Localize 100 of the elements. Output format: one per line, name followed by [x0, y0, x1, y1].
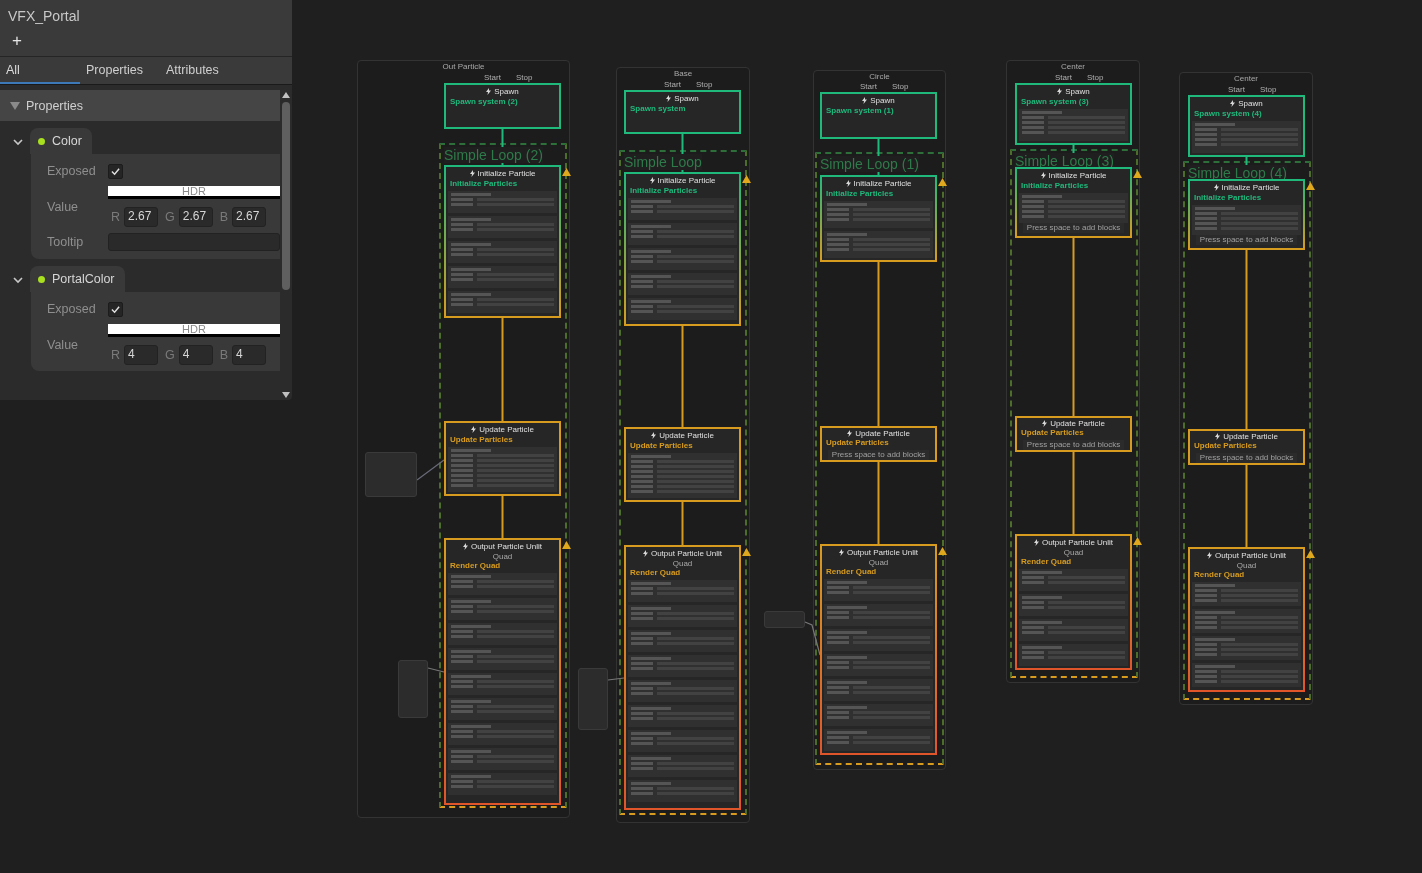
block-card[interactable] [628, 780, 737, 802]
warning-icon [938, 547, 947, 555]
property-node[interactable] [365, 452, 417, 497]
property-header[interactable]: PortalColor [30, 266, 125, 292]
block-card[interactable] [448, 191, 557, 213]
node-title: Initialize Particle [657, 175, 716, 185]
block-card[interactable] [824, 604, 933, 626]
block-card[interactable] [628, 223, 737, 245]
context-node[interactable]: Initialize Particle Initialize Particles Press space to add blocks [1188, 179, 1305, 250]
context-node[interactable]: Update Particle Update Particles [444, 421, 561, 496]
block-card[interactable] [448, 291, 557, 313]
block-card[interactable] [448, 673, 557, 695]
block-card[interactable] [824, 579, 933, 601]
context-node[interactable]: Output Particle Unlit Quad Render Quad [1188, 547, 1305, 692]
block-card[interactable] [824, 231, 933, 258]
exposed-checkbox[interactable] [108, 301, 123, 317]
context-node[interactable]: Initialize Particle Initialize Particles Press space to add blocks [1015, 167, 1132, 238]
block-card[interactable] [1019, 619, 1128, 641]
block-card[interactable] [448, 241, 557, 263]
block-card[interactable] [448, 698, 557, 720]
block-card[interactable] [1192, 663, 1301, 687]
block-card[interactable] [448, 648, 557, 670]
channel-label: B [218, 348, 229, 362]
property-header[interactable]: Color [30, 128, 92, 154]
block-card[interactable] [628, 298, 737, 320]
block-card[interactable] [628, 605, 737, 627]
block-card[interactable] [824, 679, 933, 701]
block-card[interactable] [824, 201, 933, 228]
block-card[interactable] [448, 573, 557, 595]
block-card[interactable] [824, 629, 933, 651]
channel-label: R [110, 348, 121, 362]
block-card[interactable] [628, 273, 737, 295]
exposed-checkbox[interactable] [108, 163, 123, 179]
block-card[interactable] [824, 654, 933, 676]
block-card[interactable] [448, 598, 557, 620]
lightning-icon [1213, 183, 1219, 191]
context-node[interactable]: Output Particle Unlit Quad Render Quad [1015, 534, 1132, 670]
channel-input[interactable]: 2.67 [178, 207, 213, 227]
block-card[interactable] [1019, 109, 1128, 141]
block-card[interactable] [628, 630, 737, 652]
port-label: Start [1055, 73, 1072, 82]
channel-input[interactable]: 2.67 [124, 207, 159, 227]
section-header[interactable]: Properties [0, 90, 280, 121]
system-title: Center [1061, 62, 1085, 72]
node-title: Initialize Particle [1048, 170, 1107, 180]
context-node[interactable]: Update Particle Update Particles Press space to add blocks [1015, 416, 1132, 452]
block-card[interactable] [448, 748, 557, 770]
block-card[interactable] [628, 705, 737, 727]
block-card[interactable] [1192, 582, 1301, 606]
context-node[interactable]: Initialize Particle Initialize Particles [444, 165, 561, 318]
block-card[interactable] [1019, 193, 1128, 223]
block-card[interactable] [1192, 609, 1301, 633]
block-card[interactable] [448, 266, 557, 288]
channel-label: B [218, 210, 229, 224]
context-node[interactable]: Output Particle Unlit Quad Render Quad [820, 544, 937, 755]
channel-input[interactable]: 4 [178, 345, 213, 365]
context-node[interactable]: Output Particle Unlit Quad Render Quad [624, 545, 741, 810]
block-card[interactable] [628, 655, 737, 677]
context-node[interactable]: Update Particle Update Particles [624, 427, 741, 502]
block-card[interactable] [1019, 644, 1128, 666]
tab[interactable]: Attributes [160, 57, 240, 84]
color-swatch[interactable]: HDR [108, 324, 280, 337]
color-swatch[interactable]: HDR [108, 186, 280, 199]
chevron-icon[interactable] [12, 136, 24, 148]
block-card[interactable] [1019, 569, 1128, 591]
block-card[interactable] [628, 730, 737, 752]
property-node[interactable] [578, 668, 608, 730]
add-button[interactable]: + [6, 30, 28, 52]
tab[interactable]: All [0, 57, 80, 84]
block-card[interactable] [1192, 205, 1301, 235]
block-card[interactable] [628, 198, 737, 220]
block-card[interactable] [628, 453, 737, 498]
block-card[interactable] [824, 704, 933, 726]
block-card[interactable] [1192, 636, 1301, 660]
channel-input[interactable]: 2.67 [232, 207, 267, 227]
block-card[interactable] [448, 623, 557, 645]
channel-input[interactable]: 4 [232, 345, 267, 365]
property-node[interactable] [398, 660, 428, 718]
block-card[interactable] [628, 680, 737, 702]
block-card[interactable] [1192, 121, 1301, 153]
context-node[interactable]: Output Particle Unlit Quad Render Quad [444, 538, 561, 805]
block-card[interactable] [824, 729, 933, 751]
block-card[interactable] [628, 580, 737, 602]
block-card[interactable] [448, 723, 557, 745]
chevron-icon[interactable] [12, 274, 24, 286]
property-node[interactable] [764, 611, 805, 628]
context-node[interactable]: Update Particle Update Particles Press space to add blocks [820, 426, 937, 462]
context-node[interactable]: Update Particle Update Particles Press space to add blocks [1188, 429, 1305, 465]
block-card[interactable] [628, 755, 737, 777]
context-node[interactable]: Initialize Particle Initialize Particles [624, 172, 741, 326]
tab[interactable]: Properties [80, 57, 160, 84]
block-card[interactable] [448, 447, 557, 492]
block-card[interactable] [628, 248, 737, 270]
block-card[interactable] [1019, 594, 1128, 616]
channel-input[interactable]: 4 [124, 345, 159, 365]
context-node[interactable]: Initialize Particle Initialize Particles [820, 175, 937, 262]
node-title: Initialize Particle [477, 168, 536, 178]
lightning-icon [649, 176, 655, 184]
block-card[interactable] [448, 773, 557, 795]
block-card[interactable] [448, 216, 557, 238]
